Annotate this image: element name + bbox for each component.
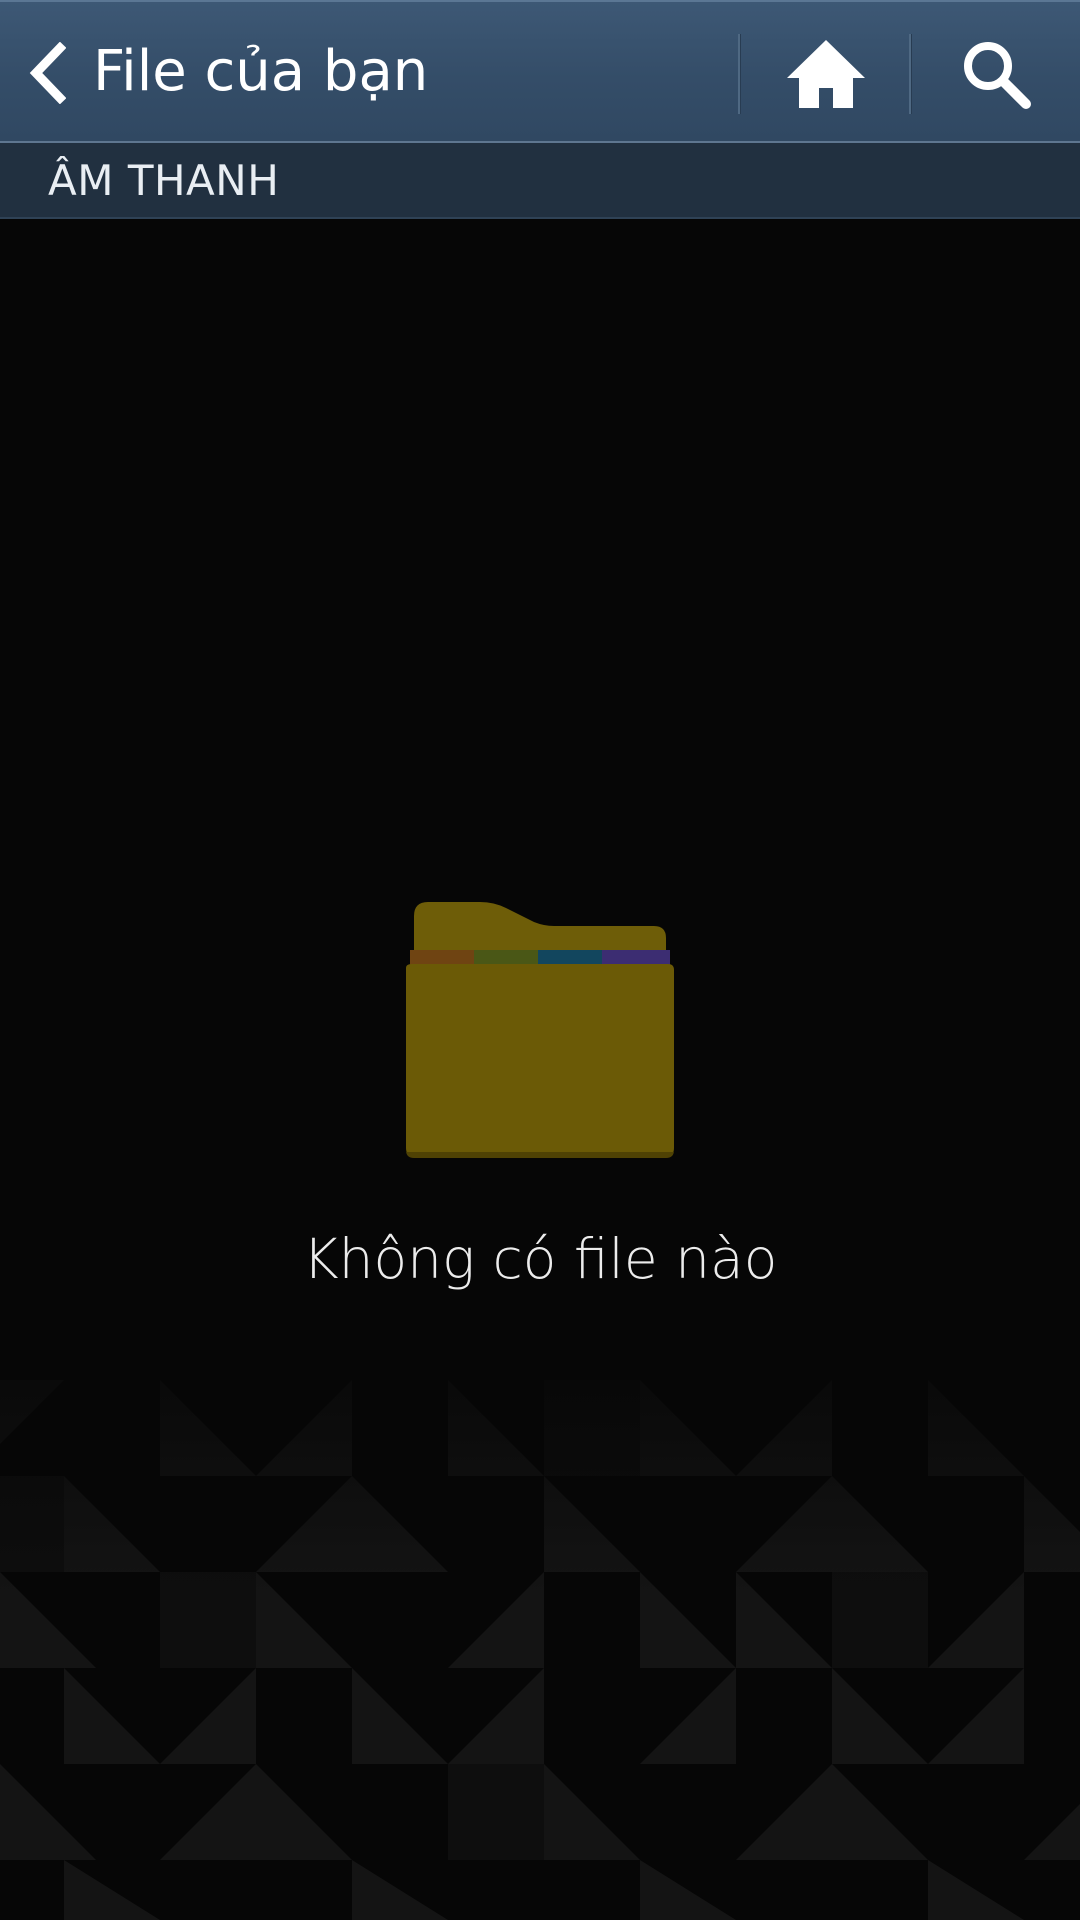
page-title: File của bạn: [93, 39, 429, 104]
home-button[interactable]: [741, 2, 909, 143]
action-bar: File của bạn: [0, 0, 1080, 143]
category-title: ÂM THANH: [48, 156, 280, 205]
screen: File của bạn ÂM THANH Không có file nào: [0, 0, 1080, 1920]
chevron-left-icon: [29, 42, 66, 104]
folder-icon: [406, 902, 674, 1158]
category-header: ÂM THANH: [0, 143, 1080, 219]
home-icon: [787, 40, 865, 108]
back-button[interactable]: File của bạn: [0, 2, 480, 143]
search-icon: [964, 42, 1031, 109]
search-button[interactable]: [912, 2, 1080, 143]
empty-state-message: Không có file nào: [302, 1227, 778, 1291]
background-pattern: [0, 1300, 1080, 1920]
